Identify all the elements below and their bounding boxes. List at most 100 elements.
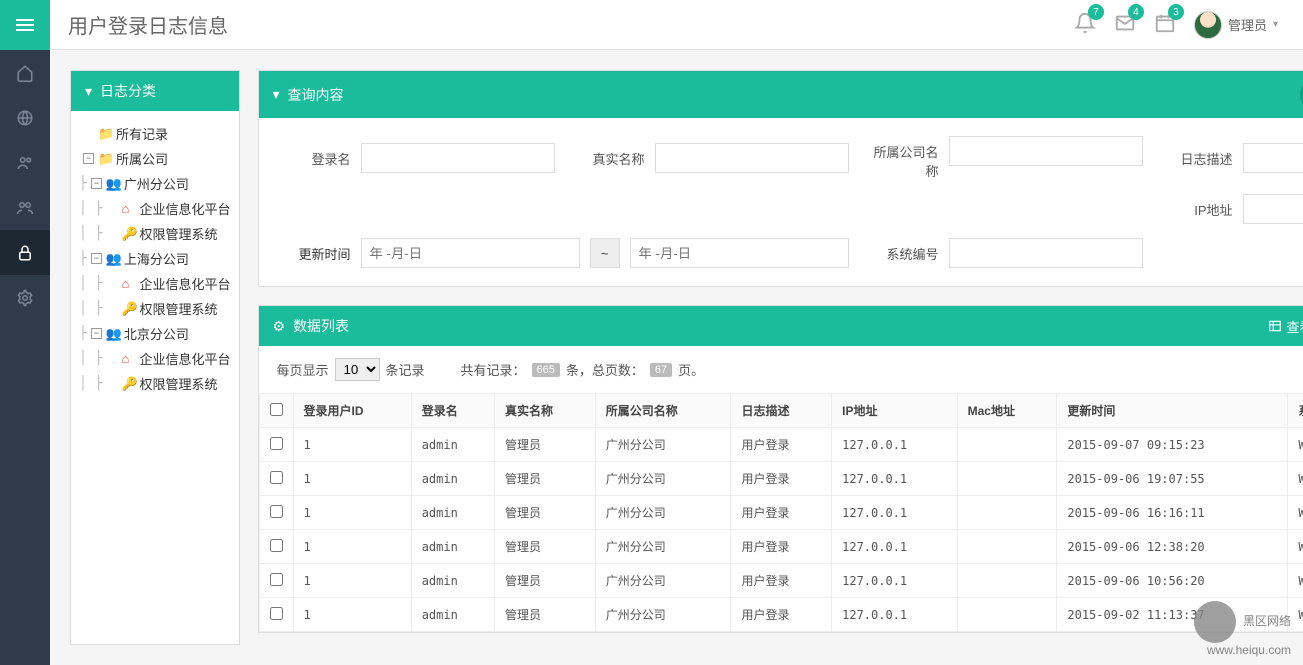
key-i-icon: 🔑: [121, 301, 135, 317]
input-login-name[interactable]: [361, 143, 555, 173]
tree-node[interactable]: │ ├ ⌂企业信息化平台: [79, 271, 231, 296]
row-checkbox[interactable]: [270, 573, 283, 586]
pages-suffix: 页。: [678, 360, 704, 379]
tree-node[interactable]: −📁所属公司: [79, 146, 231, 171]
per-page-select[interactable]: 10: [335, 358, 380, 381]
table-row: 1admin管理员广州分公司用户登录127.0.0.12015-09-06 16…: [259, 496, 1303, 530]
watermark: 黑区网络 www.heiqu.com: [1194, 601, 1291, 657]
nav-home[interactable]: [0, 50, 50, 95]
paging-controls: 每页显示 10 条记录 共有记录： 665 条，总页数： 67 页。: [259, 346, 1303, 393]
tree-node[interactable]: │ ├ 🔑权限管理系统: [79, 221, 231, 246]
tree-node[interactable]: ├ −👥上海分公司: [79, 246, 231, 271]
key-i-icon: 🔑: [121, 226, 135, 242]
total-prefix: 共有记录：: [461, 360, 526, 379]
menu-toggle-button[interactable]: [0, 0, 50, 50]
label-sys-code: 系统编号: [869, 238, 939, 263]
row-checkbox[interactable]: [270, 505, 283, 518]
row-checkbox[interactable]: [270, 437, 283, 450]
folder-i-icon: 📁: [98, 126, 112, 142]
category-tree: 📁所有记录−📁所属公司├ −👥广州分公司│ ├ ⌂企业信息化平台│ ├ 🔑权限管…: [71, 111, 239, 406]
calendar-icon[interactable]: 3: [1154, 12, 1176, 37]
tree-label: 上海分公司: [124, 249, 189, 268]
table-header: Mac地址: [957, 394, 1057, 428]
data-table: 登录用户ID登录名真实名称所属公司名称日志描述IP地址Mac地址更新时间系统编号…: [259, 393, 1303, 632]
bell-badge: 7: [1088, 4, 1104, 20]
avatar: [1194, 11, 1222, 39]
tree-toggle[interactable]: −: [91, 253, 102, 264]
tree-node[interactable]: │ ├ 🔑权限管理系统: [79, 296, 231, 321]
input-date-from[interactable]: [361, 238, 580, 268]
nav-lock[interactable]: [0, 230, 50, 275]
topbar-actions: 7 4 3 管理员 ▾: [1074, 11, 1303, 39]
label-log-desc: 日志描述: [1163, 143, 1233, 168]
bell-icon[interactable]: 7: [1074, 12, 1096, 37]
input-log-desc[interactable]: [1243, 143, 1303, 173]
tree-label: 所有记录: [116, 124, 168, 143]
user-label: 管理员: [1228, 15, 1267, 34]
tree-label: 企业信息化平台: [139, 199, 230, 218]
table-header: [259, 394, 293, 428]
nav-settings[interactable]: [0, 275, 50, 320]
tree-node[interactable]: │ ├ ⌂企业信息化平台: [79, 196, 231, 221]
tree-label: 权限管理系统: [139, 299, 217, 318]
data-panel-head: ⚙ 数据列表 查看 删除 刷新: [259, 306, 1303, 346]
table-header: 更新时间: [1057, 394, 1288, 428]
tree-node[interactable]: ├ −👥北京分公司: [79, 321, 231, 346]
row-checkbox[interactable]: [270, 607, 283, 620]
user-menu[interactable]: 管理员 ▾: [1194, 11, 1278, 39]
chevron-down-icon: ▾: [1273, 19, 1278, 30]
label-update-time: 更新时间: [281, 244, 351, 263]
gear-icon: ⚙: [273, 318, 286, 335]
table-header: 系统编号: [1288, 394, 1303, 428]
tree-label: 企业信息化平台: [139, 349, 230, 368]
row-checkbox[interactable]: [270, 539, 283, 552]
total-pages: 67: [650, 363, 672, 377]
nav-group[interactable]: [0, 185, 50, 230]
tree-node[interactable]: │ ├ 🔑权限管理系统: [79, 371, 231, 396]
hamburger-icon: [16, 24, 34, 26]
table-row: 1admin管理员广州分公司用户登录127.0.0.12015-09-07 09…: [259, 428, 1303, 462]
tree-node[interactable]: │ ├ ⌂企业信息化平台: [79, 346, 231, 371]
calendar-badge: 3: [1168, 4, 1184, 20]
mail-icon[interactable]: 4: [1114, 12, 1136, 37]
total-records: 665: [532, 363, 560, 377]
total-suffix: 条，总页数：: [566, 360, 644, 379]
query-panel-title: 查询内容: [288, 85, 344, 105]
filter-icon: ▾: [273, 86, 280, 103]
per-page-prefix: 每页显示: [277, 360, 329, 379]
tree-toggle[interactable]: −: [91, 178, 102, 189]
category-panel-title: 日志分类: [100, 81, 156, 101]
select-all-checkbox[interactable]: [270, 403, 283, 416]
row-checkbox[interactable]: [270, 471, 283, 484]
table-header: 所属公司名称: [595, 394, 731, 428]
tree-toggle[interactable]: −: [83, 153, 94, 164]
table-header: 日志描述: [731, 394, 832, 428]
nav-globe[interactable]: [0, 95, 50, 140]
category-panel-head: ▾ 日志分类: [71, 71, 239, 111]
home-i-icon: ⌂: [121, 351, 135, 366]
tree-toggle[interactable]: −: [91, 328, 102, 339]
tree-label: 所属公司: [116, 149, 168, 168]
topbar: 用户登录日志信息 7 4 3 管理员 ▾: [0, 0, 1303, 50]
key-i-icon: 🔑: [121, 376, 135, 392]
input-ip[interactable]: [1243, 194, 1303, 224]
tree-node[interactable]: ├ −👥广州分公司: [79, 171, 231, 196]
tree-label: 北京分公司: [124, 324, 189, 343]
view-button[interactable]: 查看: [1268, 317, 1303, 336]
table-header: 登录名: [411, 394, 494, 428]
label-ip: IP地址: [1163, 194, 1233, 219]
tree-label: 企业信息化平台: [139, 274, 230, 293]
org-i-icon: 👥: [106, 326, 120, 342]
table-row: 1admin管理员广州分公司用户登录127.0.0.12015-09-06 12…: [259, 530, 1303, 564]
tree-node[interactable]: 📁所有记录: [79, 121, 231, 146]
tree-label: 权限管理系统: [139, 374, 217, 393]
input-real-name[interactable]: [655, 143, 849, 173]
input-date-to[interactable]: [630, 238, 849, 268]
home-i-icon: ⌂: [121, 276, 135, 291]
org-i-icon: 👥: [106, 176, 120, 192]
home-i-icon: ⌂: [121, 201, 135, 216]
input-company[interactable]: [949, 136, 1143, 166]
table-row: 1admin管理员广州分公司用户登录127.0.0.12015-09-02 11…: [259, 598, 1303, 632]
input-sys-code[interactable]: [949, 238, 1143, 268]
nav-users[interactable]: [0, 140, 50, 185]
